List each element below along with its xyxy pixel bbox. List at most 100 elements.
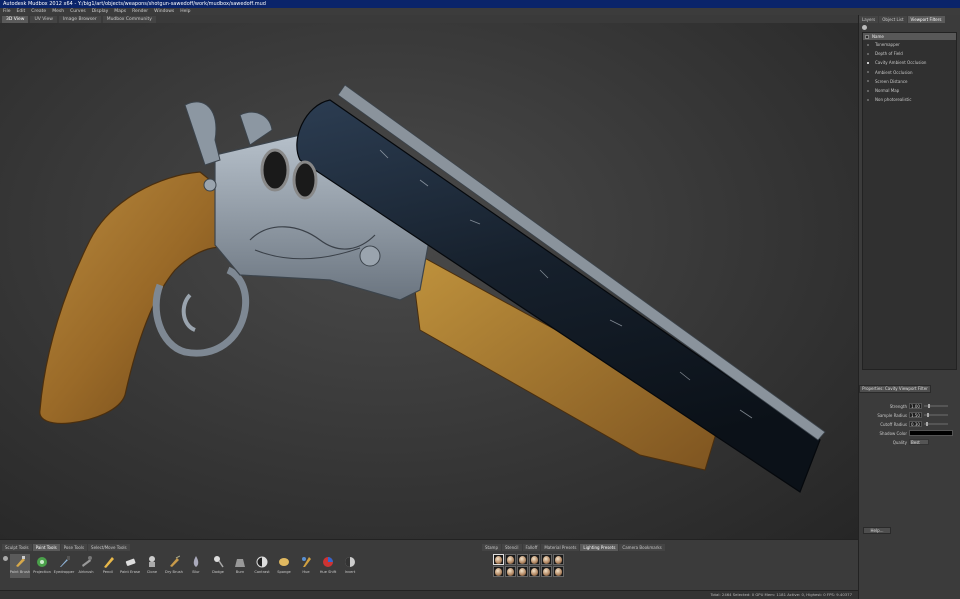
menu-mesh[interactable]: Mesh [52,8,64,15]
lighting-preset-thumbnail[interactable] [505,566,516,577]
lighting-preset-thumbnail[interactable] [493,566,504,577]
tray-options-icon[interactable] [3,556,8,561]
tool-hue[interactable]: Hue [296,554,316,578]
tab-viewport-filters[interactable]: Viewport Filters [907,16,945,23]
preset-head-icon [507,567,514,576]
lighting-presets-grid [493,554,564,577]
filter-row[interactable]: Depth of Field [863,49,956,58]
menu-display[interactable]: Display [92,8,109,15]
tab-select-move-tools[interactable]: Select/Move Tools [88,544,130,551]
select-all-checkbox[interactable] [865,34,869,39]
preset-head-icon [555,567,562,576]
filter-list-header: Name [863,33,956,40]
3d-viewport[interactable] [0,23,858,539]
tool-clone[interactable]: Clone [142,554,162,578]
tool-label: Airbrush [78,570,94,574]
filter-toggle[interactable] [867,98,869,101]
preset-tray-tabs: Stamp Stencil Falloff Material Presets Light… [482,544,665,551]
tab-lighting-presets[interactable]: Lighting Presets [580,544,619,551]
lighting-preset-thumbnail[interactable] [517,566,528,577]
sample-radius-input[interactable]: 1.50 [909,412,922,418]
menu-maps[interactable]: Maps [114,8,126,15]
tool-airbrush[interactable]: Airbrush [76,554,96,578]
prop-shadow-color: Shadow Color [859,429,960,437]
filter-row[interactable]: Screen Distance [863,77,956,86]
lighting-preset-thumbnail[interactable] [505,554,516,565]
menu-curves[interactable]: Curves [70,8,86,15]
tool-burn[interactable]: Burn [230,554,250,578]
tab-object-list[interactable]: Object List [879,16,907,23]
tab-falloff[interactable]: Falloff [522,544,541,551]
cutoff-radius-input[interactable]: 0.30 [909,421,922,427]
window-title: Autodesk Mudbox 2012 x64 - Y:/big1/art/o… [3,1,266,7]
menu-windows[interactable]: Windows [154,8,174,15]
shadow-color-swatch[interactable] [909,430,953,436]
add-filter-icon[interactable] [862,25,867,30]
tab-material-presets[interactable]: Material Presets [541,544,580,551]
tab-sculpt-tools[interactable]: Sculpt Tools [2,544,32,551]
tool-dodge[interactable]: Dodge [208,554,228,578]
hue-icon [300,555,312,568]
tool-dry-brush[interactable]: Dry Brush [164,554,184,578]
tool-blur[interactable]: Blur [186,554,206,578]
tab-image-browser[interactable]: Image Browser [58,16,101,23]
tool-projection[interactable]: Projection [32,554,52,578]
help-button[interactable]: Help... [863,527,891,534]
tool-contrast[interactable]: Contrast [252,554,272,578]
filter-row[interactable]: Tonemapper [863,40,956,49]
tab-camera-bookmarks[interactable]: Camera Bookmarks [619,544,665,551]
cutoff-radius-slider[interactable] [924,422,948,426]
lighting-preset-thumbnail[interactable] [529,554,540,565]
filter-toggle[interactable] [867,52,869,55]
quality-dropdown[interactable]: Best [909,439,929,445]
tool-hue-shift[interactable]: Hue Shift [318,554,338,578]
filter-toggle[interactable] [867,43,869,46]
lighting-preset-thumbnail[interactable] [517,554,528,565]
filter-toggle[interactable] [867,71,869,74]
tool-label: Invert [344,570,356,574]
tool-invert[interactable]: Invert [340,554,360,578]
menu-create[interactable]: Create [31,8,46,15]
lighting-preset-thumbnail[interactable] [541,554,552,565]
tab-uv-view[interactable]: UV View [30,16,57,23]
menu-edit[interactable]: Edit [17,8,26,15]
contrast-icon [256,555,268,568]
filter-toggle[interactable] [867,80,869,83]
lighting-preset-thumbnail[interactable] [553,554,564,565]
tab-pose-tools[interactable]: Pose Tools [60,544,88,551]
tab-3d-view[interactable]: 3D View [2,16,29,23]
filter-row[interactable]: Cavity Ambient Occlusion [863,58,956,67]
lighting-preset-thumbnail[interactable] [541,566,552,577]
lighting-preset-thumbnail[interactable] [493,554,504,565]
filter-row[interactable]: Ambient Occlusion [863,68,956,77]
tool-paint-erase[interactable]: Paint Erase [120,554,140,578]
lighting-preset-thumbnail[interactable] [553,566,564,577]
tab-stencil[interactable]: Stencil [502,544,522,551]
projection-icon [36,555,48,568]
viewport-filter-list: Name Tonemapper Depth of Field Cavity Ambi… [862,32,957,370]
tab-paint-tools[interactable]: Paint Tools [32,544,60,551]
lighting-preset-thumbnail[interactable] [529,566,540,577]
menu-render[interactable]: Render [132,8,148,15]
strength-slider[interactable] [924,404,948,408]
properties-header-button[interactable]: Properties: Cavity Viewport Filter [859,385,931,393]
tab-layers[interactable]: Layers [859,16,879,23]
tab-stamp[interactable]: Stamp [482,544,501,551]
tool-pencil[interactable]: Pencil [98,554,118,578]
filter-toggle[interactable] [867,61,869,64]
tool-eyedropper[interactable]: Eyedropper [54,554,74,578]
tool-sponge[interactable]: Sponge [274,554,294,578]
menu-file[interactable]: File [3,8,11,15]
filter-header-name: Name [872,34,884,39]
sample-radius-slider[interactable] [924,413,948,417]
tool-paint-brush[interactable]: Paint Brush [10,554,30,578]
filter-row[interactable]: Non photorealistic [863,95,956,104]
blur-icon [190,555,202,568]
tab-mudbox-community[interactable]: Mudbox Community [102,16,156,23]
status-text: Total: 2464 Selected: 0 GPU Mem: 1181 Ac… [710,592,852,597]
menu-help[interactable]: Help [180,8,190,15]
filter-row[interactable]: Normal Map [863,86,956,95]
filter-toggle[interactable] [867,89,869,92]
strength-input[interactable]: 1.00 [909,403,922,409]
menu-bar: File Edit Create Mesh Curves Display Maps Rende… [0,8,960,15]
